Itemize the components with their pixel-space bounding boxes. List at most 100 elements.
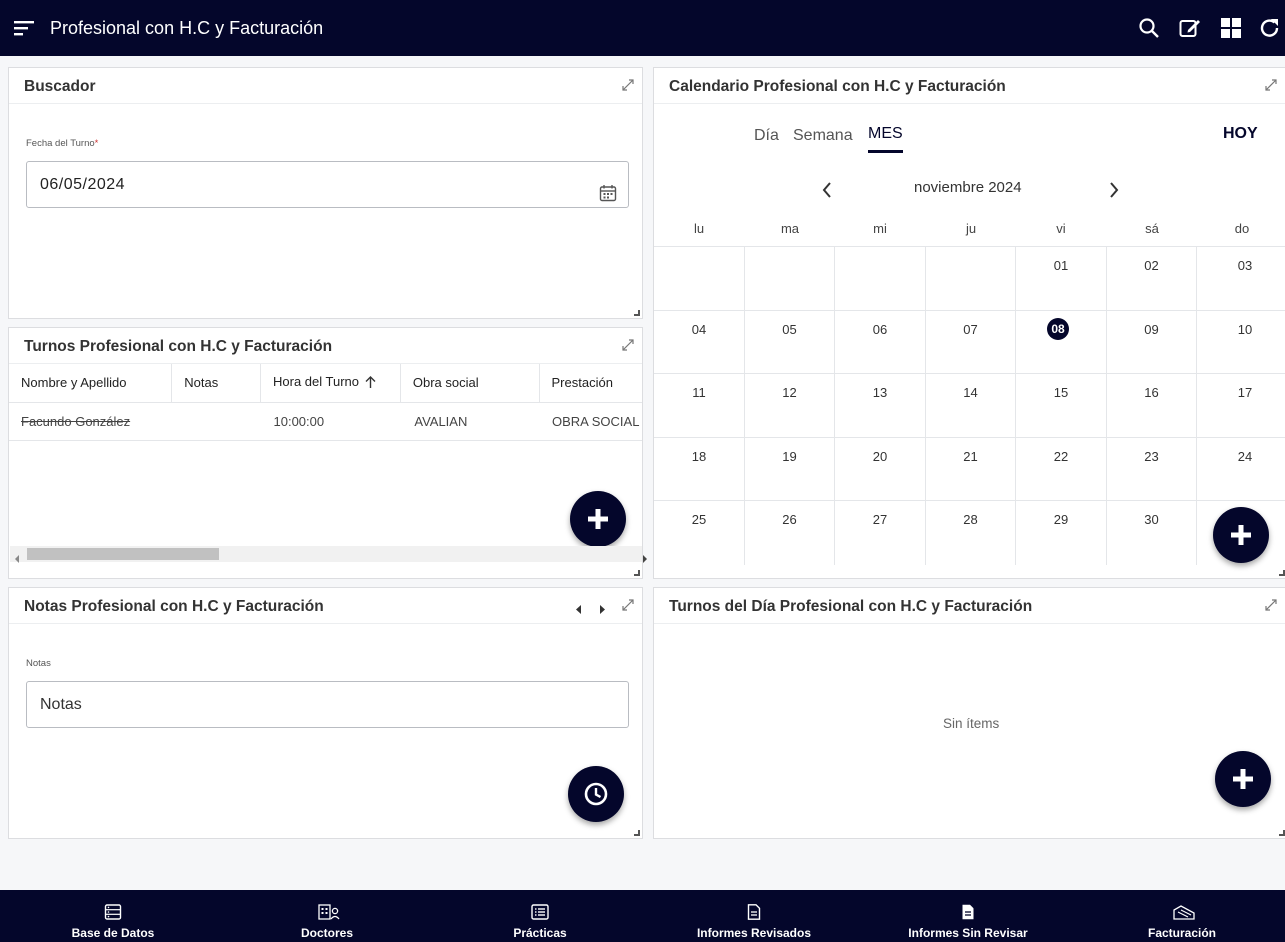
resize-handle[interactable]: [634, 570, 640, 576]
calendar-day-cell[interactable]: 13: [835, 374, 926, 438]
add-turno-button[interactable]: [570, 491, 626, 547]
resize-handle[interactable]: [1279, 830, 1285, 836]
calendar-day-cell[interactable]: 10: [1197, 311, 1285, 374]
grid-icon[interactable]: [1219, 16, 1243, 40]
calendar-day-cell[interactable]: 29: [1016, 501, 1107, 565]
sort-asc-icon[interactable]: [365, 376, 376, 391]
calendar-day-cell[interactable]: 16: [1107, 374, 1197, 438]
calendar-icon[interactable]: [599, 175, 617, 202]
calendar-day-cell[interactable]: [654, 247, 745, 311]
calendar-day-cell[interactable]: 03: [1197, 247, 1285, 311]
calendar-day-cell[interactable]: 14: [926, 374, 1016, 438]
day-number: 13: [872, 385, 888, 400]
calendar-day-cell[interactable]: 22: [1016, 437, 1107, 501]
refresh-icon[interactable]: [1258, 16, 1282, 40]
panel-title: Calendario Profesional con H.C y Factura…: [669, 78, 1006, 95]
next-arrow-icon[interactable]: [599, 601, 606, 619]
calendar-day-cell[interactable]: 23: [1107, 437, 1197, 501]
calendar-day-cell[interactable]: 09: [1107, 310, 1197, 374]
horizontal-scrollbar[interactable]: [10, 546, 647, 563]
expand-icon[interactable]: [1264, 78, 1278, 92]
calendar-day-cell[interactable]: 01: [1016, 247, 1107, 311]
calendar-day-cell[interactable]: [745, 247, 835, 311]
calendar-day-cell[interactable]: 30: [1107, 501, 1197, 565]
search-icon[interactable]: [1137, 16, 1161, 40]
tab-semana[interactable]: Semana: [793, 127, 853, 145]
day-number: 17: [1237, 385, 1253, 400]
nav-item-practicas[interactable]: Prácticas: [450, 890, 630, 942]
weekday-label: mi: [873, 221, 887, 236]
billing-icon: [1173, 905, 1195, 920]
notas-input[interactable]: Notas: [26, 681, 629, 728]
calendar-day-cell[interactable]: 06: [835, 310, 926, 374]
scroll-thumb[interactable]: [27, 548, 219, 560]
next-month-icon[interactable]: [1109, 182, 1119, 203]
resize-handle[interactable]: [1279, 570, 1285, 576]
history-button[interactable]: [568, 766, 624, 822]
expand-icon[interactable]: [621, 598, 635, 612]
calendar-day-cell[interactable]: 07: [926, 310, 1016, 374]
turnos-panel: Turnos Profesional con H.C y Facturación…: [8, 327, 647, 579]
calendar-day-cell[interactable]: 24: [1197, 438, 1285, 501]
prev-arrow-icon[interactable]: [575, 601, 582, 619]
resize-handle[interactable]: [634, 310, 640, 316]
calendar-day-cell[interactable]: [926, 247, 1016, 311]
calendar-day-cell[interactable]: 20: [835, 437, 926, 501]
calendar-day-cell[interactable]: 25: [654, 501, 745, 565]
nav-item-informes-sin-revisar[interactable]: Informes Sin Revisar: [878, 890, 1058, 942]
column-header[interactable]: Obra social: [400, 364, 540, 403]
column-header[interactable]: Notas: [171, 364, 261, 403]
column-header[interactable]: Nombre y Apellido: [9, 364, 173, 403]
column-header[interactable]: Prestación: [539, 364, 642, 403]
resize-handle[interactable]: [634, 830, 640, 836]
day-number: 28: [963, 512, 978, 527]
column-header[interactable]: Hora del Turno: [260, 364, 401, 403]
calendar-day-cell[interactable]: 05: [745, 310, 835, 374]
expand-icon[interactable]: [1264, 598, 1278, 612]
cell-notas: [171, 402, 261, 441]
calendar-day-cell[interactable]: 02: [1107, 247, 1197, 311]
expand-icon[interactable]: [621, 78, 635, 92]
nav-item-doctores[interactable]: Doctores: [237, 890, 417, 942]
day-number: 12: [782, 385, 797, 400]
date-input[interactable]: 06/05/2024: [26, 161, 629, 208]
top-app-bar: Profesional con H.C y Facturación: [0, 0, 1285, 56]
day-number: 27: [872, 512, 888, 527]
nav-item-informes-revisados[interactable]: Informes Revisados: [664, 890, 844, 942]
calendar-day-cell[interactable]: 26: [745, 501, 835, 565]
scroll-left-icon[interactable]: [14, 550, 20, 568]
calendar-day-cell[interactable]: 15: [1016, 374, 1107, 438]
calendar-day-cell[interactable]: 17: [1197, 374, 1285, 438]
nav-label: Base de Datos: [71, 926, 155, 940]
today-button[interactable]: HOY: [1223, 125, 1258, 143]
scroll-right-icon[interactable]: [642, 550, 648, 568]
day-number: 07: [963, 321, 978, 337]
calendar-day-cell[interactable]: 18: [654, 437, 745, 501]
nav-item-facturacion[interactable]: Facturación: [1092, 890, 1272, 942]
nav-item-base-de-datos[interactable]: Base de Datos: [23, 890, 203, 942]
calendar-day-cell[interactable]: 12: [745, 374, 835, 438]
tab-dia[interactable]: Día: [754, 127, 779, 145]
day-number: 20: [872, 448, 888, 464]
nav-label: Informes Sin Revisar: [908, 926, 1028, 940]
table-row[interactable]: Facundo González 10:00:00 AVALIAN OBRA S…: [9, 402, 642, 441]
weekday-label: vi: [1056, 221, 1066, 236]
add-event-button[interactable]: [1213, 507, 1269, 563]
calendar-day-cell[interactable]: 08: [1016, 310, 1107, 374]
calendar-day-cell[interactable]: 28: [926, 501, 1016, 565]
tab-mes[interactable]: MES: [868, 125, 903, 153]
panel-title: Notas Profesional con H.C y Facturación: [24, 598, 324, 615]
calendar-day-cell[interactable]: [835, 247, 926, 311]
calendar-day-cell[interactable]: 21: [926, 437, 1016, 501]
menu-icon[interactable]: [14, 18, 34, 38]
calendar-day-cell[interactable]: 11: [654, 374, 745, 438]
edit-icon[interactable]: [1178, 16, 1202, 40]
expand-icon[interactable]: [621, 338, 635, 352]
calendar-day-cell[interactable]: 04: [654, 310, 745, 374]
weekday-label: ma: [780, 221, 800, 236]
add-turno-dia-button[interactable]: [1215, 751, 1271, 807]
calendar-day-cell[interactable]: 19: [745, 437, 835, 501]
prev-month-icon[interactable]: [822, 182, 832, 203]
calendar-day-cell[interactable]: 27: [835, 501, 926, 565]
nav-label: Informes Revisados: [696, 926, 812, 940]
